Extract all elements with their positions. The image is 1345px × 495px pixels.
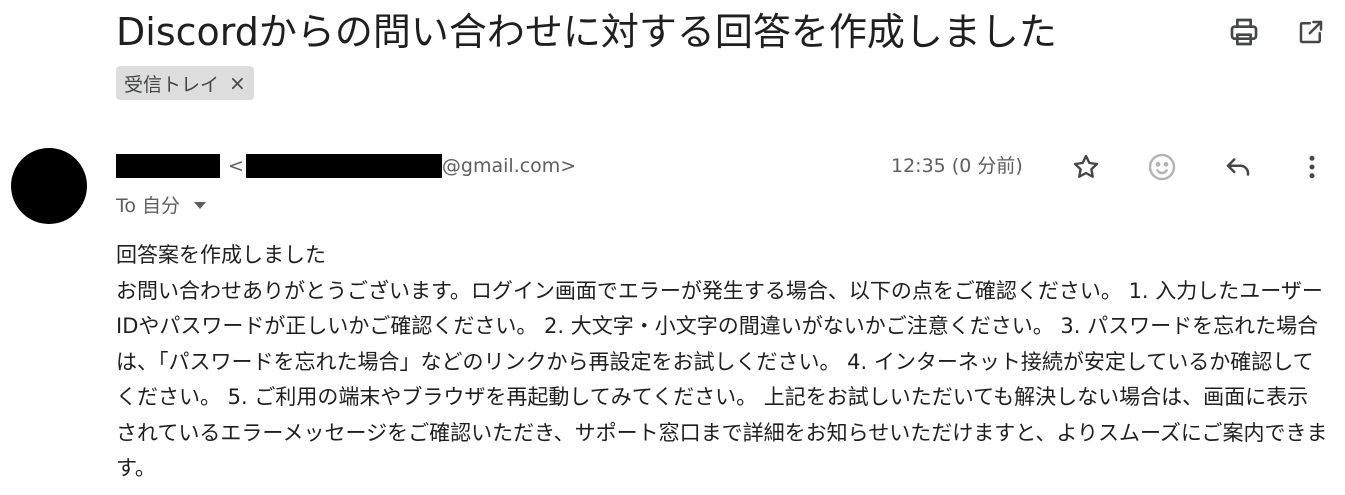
sender-line: < @gmail.com> — [116, 152, 576, 180]
recipient-details-toggle[interactable]: To 自分 — [116, 190, 207, 218]
sender-name-redacted[interactable] — [116, 154, 220, 178]
email-subject: Discordからの問い合わせに対する回答を作成しました — [116, 10, 1057, 54]
email-body: 回答案を作成しました お問い合わせありがとうございます。ログイン画面でエラーが発… — [116, 238, 1328, 487]
reply-icon[interactable] — [1221, 150, 1255, 184]
sender-avatar[interactable] — [11, 148, 87, 224]
sender-open-bracket: < — [228, 155, 244, 177]
print-icon[interactable] — [1228, 16, 1260, 48]
sender-email-redacted — [245, 154, 442, 178]
sender-email-suffix: @gmail.com> — [441, 155, 577, 177]
received-time: 12:35 (0 分前) — [891, 155, 1023, 177]
body-first-line: 回答案を作成しました — [116, 243, 326, 267]
label-text: 受信トレイ — [124, 73, 220, 96]
remove-label-button[interactable]: × — [229, 71, 246, 95]
star-icon[interactable] — [1069, 150, 1103, 184]
chevron-down-icon — [194, 201, 207, 209]
emoji-reaction-icon[interactable] — [1145, 150, 1179, 184]
to-label: To 自分 — [116, 194, 181, 217]
more-vertical-icon[interactable] — [1295, 150, 1329, 184]
open-in-new-window-icon[interactable] — [1295, 16, 1327, 48]
inbox-label-chip: 受信トレイ × — [116, 66, 254, 100]
body-paragraph: お問い合わせありがとうございます。ログイン画面でエラーが発生する場合、以下の点を… — [116, 278, 1328, 481]
